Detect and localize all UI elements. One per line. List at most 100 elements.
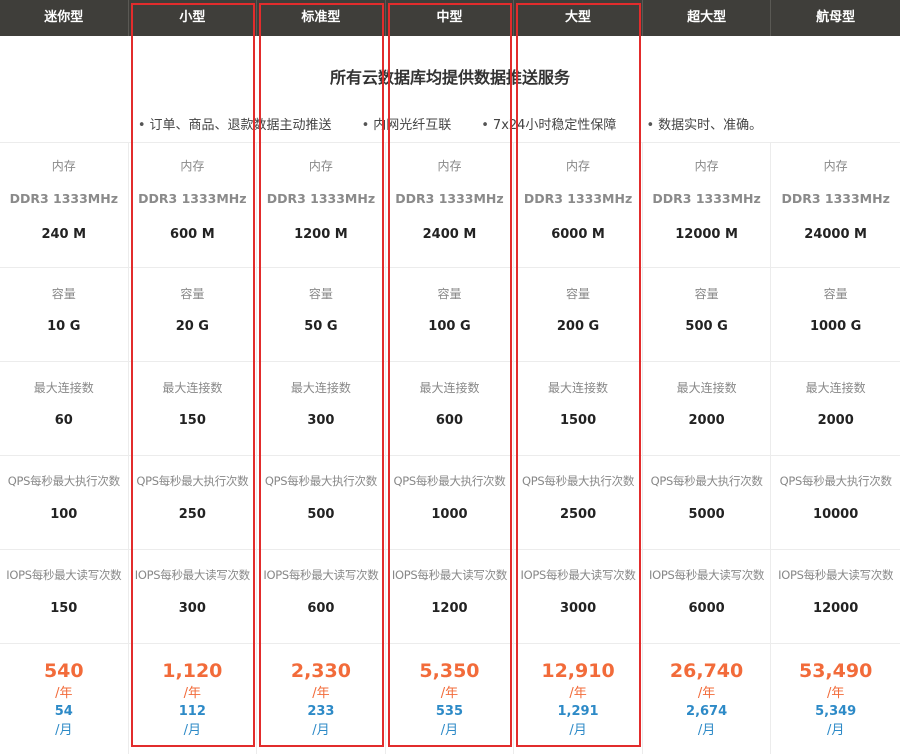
memory-type: DDR3 1333MHz [266,191,376,206]
memory-type: DDR3 1333MHz [523,191,633,206]
yearly-price-value: 540 [43,660,84,682]
connections-value: 1500 [559,413,597,428]
memory-cell: 内存 DDR3 1333MHz 2400 M [385,143,514,268]
price-cell[interactable]: 5,350/年 535/月 [386,644,514,754]
memory-type: DDR3 1333MHz [395,191,504,206]
qps-label: QPS每秒最大执行次数 [393,474,506,488]
memory-cell: 内存 DDR3 1333MHz 24000 M [771,143,900,268]
capacity-label: 容量 [694,287,719,301]
iops-cell: IOPS每秒最大读写次数 12000 [771,550,900,644]
memory-type: DDR3 1333MHz [9,191,118,206]
monthly-price-value: 112 [178,704,206,719]
monthly-price-unit: /月 [826,723,845,738]
capacity-value: 100 G [428,319,471,334]
iops-value: 12000 [813,601,859,616]
connections-value: 60 [54,413,73,428]
qps-cell: QPS每秒最大执行次数 100 [0,456,128,550]
memory-cell: 内存 DDR3 1333MHz 12000 M [642,143,771,268]
capacity-label: 容量 [180,287,205,301]
yearly-price-unit: /年 [697,686,716,701]
connections-label: 最大连接数 [419,381,480,395]
yearly-price-value: 26,740 [669,660,744,682]
qps-cell: QPS每秒最大执行次数 5000 [642,456,771,550]
qps-value: 500 [307,507,335,522]
connections-cell: 最大连接数 60 [0,362,128,456]
feature-item: 数据实时、准确。 [646,114,762,133]
connections-cell: 最大连接数 300 [257,362,385,456]
connections-cell: 最大连接数 2000 [771,362,900,456]
monthly-price-unit: /月 [312,723,330,738]
qps-cell: QPS每秒最大执行次数 10000 [771,456,900,550]
capacity-cell: 容量 200 G [514,268,642,362]
qps-cell: QPS每秒最大执行次数 2500 [514,456,642,550]
iops-label: IOPS每秒最大读写次数 [520,568,636,582]
plan-tab[interactable]: 超大型 [643,0,772,36]
monthly-price-unit: /月 [55,723,73,738]
memory-label: 内存 [437,159,462,173]
yearly-price-value: 12,910 [541,660,615,682]
memory-cell: 内存 DDR3 1333MHz 600 M [128,143,257,268]
qps-label: QPS每秒最大执行次数 [7,474,120,488]
iops-cell: IOPS每秒最大读写次数 300 [128,550,257,644]
memory-type: DDR3 1333MHz [138,191,247,206]
yearly-price-unit: /年 [569,686,587,701]
memory-value: 240 M [41,227,87,242]
plan-tab[interactable]: 航母型 [771,0,900,36]
price-cell[interactable]: 53,490/年 5,349/月 [771,644,900,754]
qps-value: 10000 [813,507,859,522]
capacity-value: 500 G [685,319,728,334]
yearly-price: 26,740/年 [643,660,771,701]
iops-value: 6000 [688,601,725,616]
connections-label: 最大连接数 [33,381,94,395]
monthly-price-value: 5,349 [815,704,857,719]
plan-tab[interactable]: 小型 [129,0,258,36]
capacity-value: 10 G [47,319,81,334]
yearly-price: 5,350/年 [386,660,514,701]
feature-item: 内网光纤互联 [362,114,451,133]
memory-cell: 内存 DDR3 1333MHz 6000 M [514,143,642,268]
iops-cell: IOPS每秒最大读写次数 1200 [385,550,514,644]
iops-label: IOPS每秒最大读写次数 [6,568,122,582]
price-cell[interactable]: 26,740/年 2,674/月 [643,644,771,754]
price-cell[interactable]: 1,120/年 112/月 [129,644,257,754]
capacity-cell: 容量 50 G [257,268,385,362]
plan-tab[interactable]: 中型 [386,0,515,36]
connections-label: 最大连接数 [548,381,609,395]
plan-tab[interactable]: 大型 [514,0,643,36]
iops-cell: IOPS每秒最大读写次数 6000 [642,550,771,644]
monthly-price: 1,291/月 [514,704,642,738]
qps-label: QPS每秒最大执行次数 [779,474,892,488]
qps-label: QPS每秒最大执行次数 [522,474,635,488]
capacity-label: 容量 [437,287,462,301]
yearly-price-unit: /年 [312,686,330,701]
price-cell[interactable]: 540/年 54/月 [0,644,128,754]
iops-value: 600 [307,601,335,616]
capacity-label: 容量 [308,287,333,301]
connections-cell: 最大连接数 150 [128,362,257,456]
memory-value: 24000 M [804,227,867,242]
yearly-price: 1,120/年 [129,660,257,701]
plan-column: 内存 DDR3 1333MHz 2400 M 容量 100 G 最大连接数 600 QPS每秒… [385,143,515,754]
qps-label: QPS每秒最大执行次数 [264,474,377,488]
capacity-cell: 容量 20 G [128,268,257,362]
monthly-price-value: 2,674 [686,704,728,719]
feature-list: 订单、商品、退款数据主动推送 内网光纤互联 7x24小时稳定性保障 数据实时、准确。 [0,114,900,133]
feature-item: 7x24小时稳定性保障 [481,114,617,133]
yearly-price-value: 53,490 [798,660,873,682]
connections-cell: 最大连接数 2000 [642,362,771,456]
capacity-cell: 容量 100 G [385,268,514,362]
capacity-cell: 容量 500 G [642,268,771,362]
iops-value: 300 [178,601,206,616]
qps-value: 2500 [559,507,597,522]
price-cell[interactable]: 2,330/年 233/月 [257,644,385,754]
yearly-price-unit: /年 [826,686,845,701]
price-cell[interactable]: 12,910/年 1,291/月 [514,644,642,754]
plan-tab[interactable]: 迷你型 [0,0,129,36]
connections-cell: 最大连接数 1500 [514,362,642,456]
memory-label: 内存 [308,159,333,173]
plan-tab[interactable]: 标准型 [257,0,386,36]
qps-value: 1000 [431,507,468,522]
plan-header-bar: 迷你型 小型 标准型 中型 大型 超大型 航母型 [0,0,900,36]
monthly-price-value: 1,291 [557,704,599,719]
monthly-price: 54/月 [0,704,128,738]
